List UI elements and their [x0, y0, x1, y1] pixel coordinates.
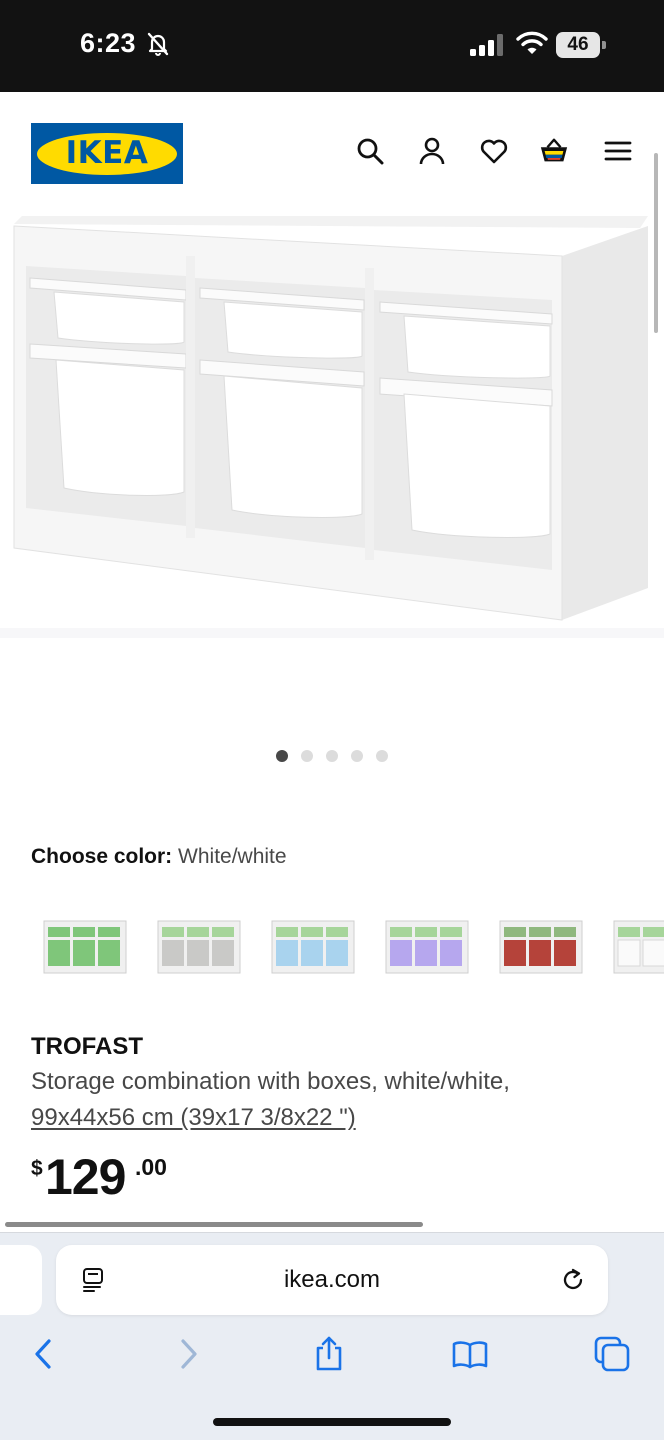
product-dimensions-link[interactable]: 99x44x56 cm (39x17 3/8x22 ") [31, 1104, 356, 1132]
battery-level: 46 [556, 32, 600, 58]
wifi-icon [516, 31, 548, 54]
status-time: 6:23 [80, 28, 137, 58]
battery-tip [602, 41, 606, 49]
carousel-dot-5[interactable] [376, 750, 388, 762]
carousel-dot-3[interactable] [326, 750, 338, 762]
address-bar[interactable]: ikea.com [56, 1245, 608, 1315]
home-indicator [213, 1418, 451, 1426]
swatch-grey[interactable] [149, 905, 249, 995]
page-scroll-indicator[interactable] [654, 153, 658, 333]
price-decimal: .00 [135, 1154, 167, 1180]
price-integer: 129 [45, 1149, 126, 1205]
swatch-green[interactable] [35, 905, 135, 995]
swatch-lilac[interactable] [377, 905, 477, 995]
signal-icon [470, 34, 503, 56]
product-description: Storage combination with boxes, white/wh… [31, 1068, 510, 1095]
carousel-dot-2[interactable] [301, 750, 313, 762]
menu-icon[interactable] [603, 136, 633, 166]
swatch-white-green[interactable] [605, 905, 664, 995]
choose-color-label: Choose color: [31, 845, 173, 868]
horizontal-scroll-indicator [5, 1222, 423, 1227]
product-name: TROFAST [31, 1033, 143, 1060]
heart-icon[interactable] [479, 136, 509, 166]
battery-icon: 46 [556, 32, 606, 58]
search-icon[interactable] [355, 136, 385, 166]
status-bar: 6:23 46 [0, 0, 664, 92]
carousel-dot-1[interactable] [276, 750, 288, 762]
ikea-logo[interactable]: IKEA [31, 123, 183, 184]
back-icon[interactable] [26, 1336, 62, 1372]
image-carousel-dots [276, 750, 388, 764]
basket-icon[interactable] [539, 136, 569, 166]
bookmarks-icon[interactable] [452, 1336, 488, 1372]
product-image[interactable] [0, 208, 664, 638]
site-header: IKEA [0, 92, 664, 208]
swatch-light-blue[interactable] [263, 905, 363, 995]
forward-icon[interactable] [170, 1336, 206, 1372]
reload-icon[interactable] [558, 1265, 588, 1295]
bell-slash-icon [147, 32, 169, 56]
carousel-dot-4[interactable] [351, 750, 363, 762]
share-icon[interactable] [311, 1336, 347, 1372]
selected-color: White/white [178, 845, 287, 868]
swatch-red[interactable] [491, 905, 591, 995]
tabs-icon[interactable] [594, 1336, 630, 1372]
url-text[interactable]: ikea.com [56, 1245, 608, 1315]
color-swatches [0, 905, 664, 995]
previous-tab-peek[interactable] [0, 1245, 42, 1315]
logo-text: IKEA [65, 135, 149, 171]
price-currency: $ [31, 1157, 43, 1180]
account-icon[interactable] [417, 136, 447, 166]
color-selector-label: Choose color: White/white [31, 845, 287, 869]
